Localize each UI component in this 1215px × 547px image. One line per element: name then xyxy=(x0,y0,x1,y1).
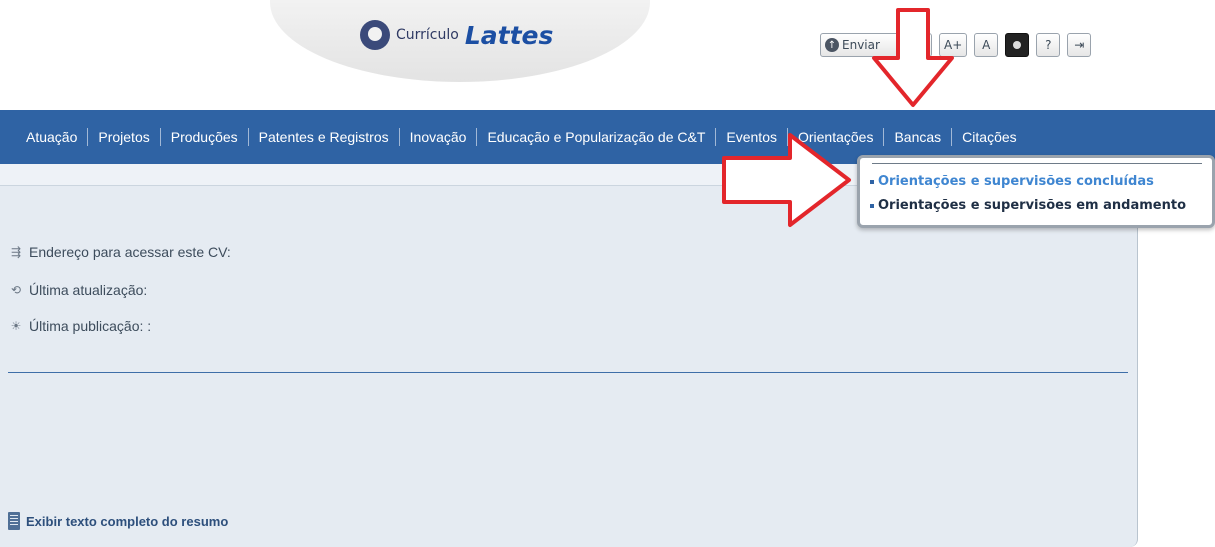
document-icon xyxy=(8,512,20,530)
nav-item-eventos[interactable]: Eventos xyxy=(716,128,788,146)
last-update-label: Última atualização: xyxy=(29,282,148,298)
dropdown-item-andamento-label: Orientações e supervisões em andamento xyxy=(878,198,1187,213)
nav-item-bancas[interactable]: Bancas xyxy=(884,128,953,146)
help-button[interactable]: ? xyxy=(1036,33,1061,57)
address-label: Endereço para acessar este CV: xyxy=(29,244,231,260)
exit-icon: ⇥ xyxy=(1074,38,1085,52)
send-label: Enviar xyxy=(842,38,880,52)
last-publication-label: Última publicação: : xyxy=(29,318,152,334)
lightbulb-icon: ☀ xyxy=(10,319,22,333)
bullet-icon xyxy=(870,203,874,208)
toolbar: ↑ Enviar A+ A ? ⇥ xyxy=(820,33,1092,57)
nav-item-educacao[interactable]: Educação e Popularização de C&T xyxy=(477,128,717,146)
nav-item-producoes[interactable]: Produções xyxy=(161,128,249,146)
section-divider xyxy=(8,372,1128,373)
nav-item-orientacoes[interactable]: Orientações xyxy=(788,128,885,146)
lattes-logo[interactable]: Currículo Lattes xyxy=(360,20,553,50)
dropdown-item-concluidas[interactable]: Orientações e supervisões concluídas xyxy=(870,174,1154,189)
last-publication-row: ☀ Última publicação: : xyxy=(8,318,152,334)
dropdown-item-concluidas-label: Orientações e supervisões concluídas xyxy=(878,174,1154,189)
dropdown-item-andamento[interactable]: Orientações e supervisões em andamento xyxy=(870,198,1186,213)
link-icon: ⇶ xyxy=(10,245,22,259)
last-update-row: ⟲ Última atualização: xyxy=(8,282,147,298)
orientacoes-dropdown: Orientações e supervisões concluídas Ori… xyxy=(857,155,1215,228)
nav-item-patentes[interactable]: Patentes e Registros xyxy=(249,128,400,146)
logo-prefix: Currículo xyxy=(396,27,459,43)
dropdown-separator xyxy=(872,163,1202,164)
send-button[interactable]: ↑ Enviar xyxy=(820,33,932,57)
exit-button[interactable]: ⇥ xyxy=(1067,33,1092,57)
logo-name: Lattes xyxy=(464,20,554,50)
nav-item-atuacao[interactable]: Atuação xyxy=(16,128,89,146)
nav-item-inovacao[interactable]: Inovação xyxy=(400,128,478,146)
font-normal-button[interactable]: A xyxy=(974,33,999,57)
nav-item-citacoes[interactable]: Citações xyxy=(952,128,1026,146)
resume-link-label: Exibir texto completo do resumo xyxy=(26,513,229,529)
lattes-logo-icon xyxy=(360,20,390,50)
refresh-icon: ⟲ xyxy=(10,283,22,297)
header: Currículo Lattes ↑ Enviar A+ A ? ⇥ xyxy=(0,0,1215,108)
font-increase-button[interactable]: A+ xyxy=(939,33,968,57)
bullet-icon xyxy=(870,179,874,184)
show-full-resume-link[interactable]: Exibir texto completo do resumo xyxy=(8,512,228,530)
upload-icon: ↑ xyxy=(825,38,839,52)
contrast-button[interactable] xyxy=(1005,33,1030,57)
profile-panel xyxy=(0,186,1138,547)
contrast-icon xyxy=(1013,41,1022,49)
nav-item-projetos[interactable]: Projetos xyxy=(88,128,161,146)
address-row: ⇶ Endereço para acessar este CV: xyxy=(8,244,231,260)
